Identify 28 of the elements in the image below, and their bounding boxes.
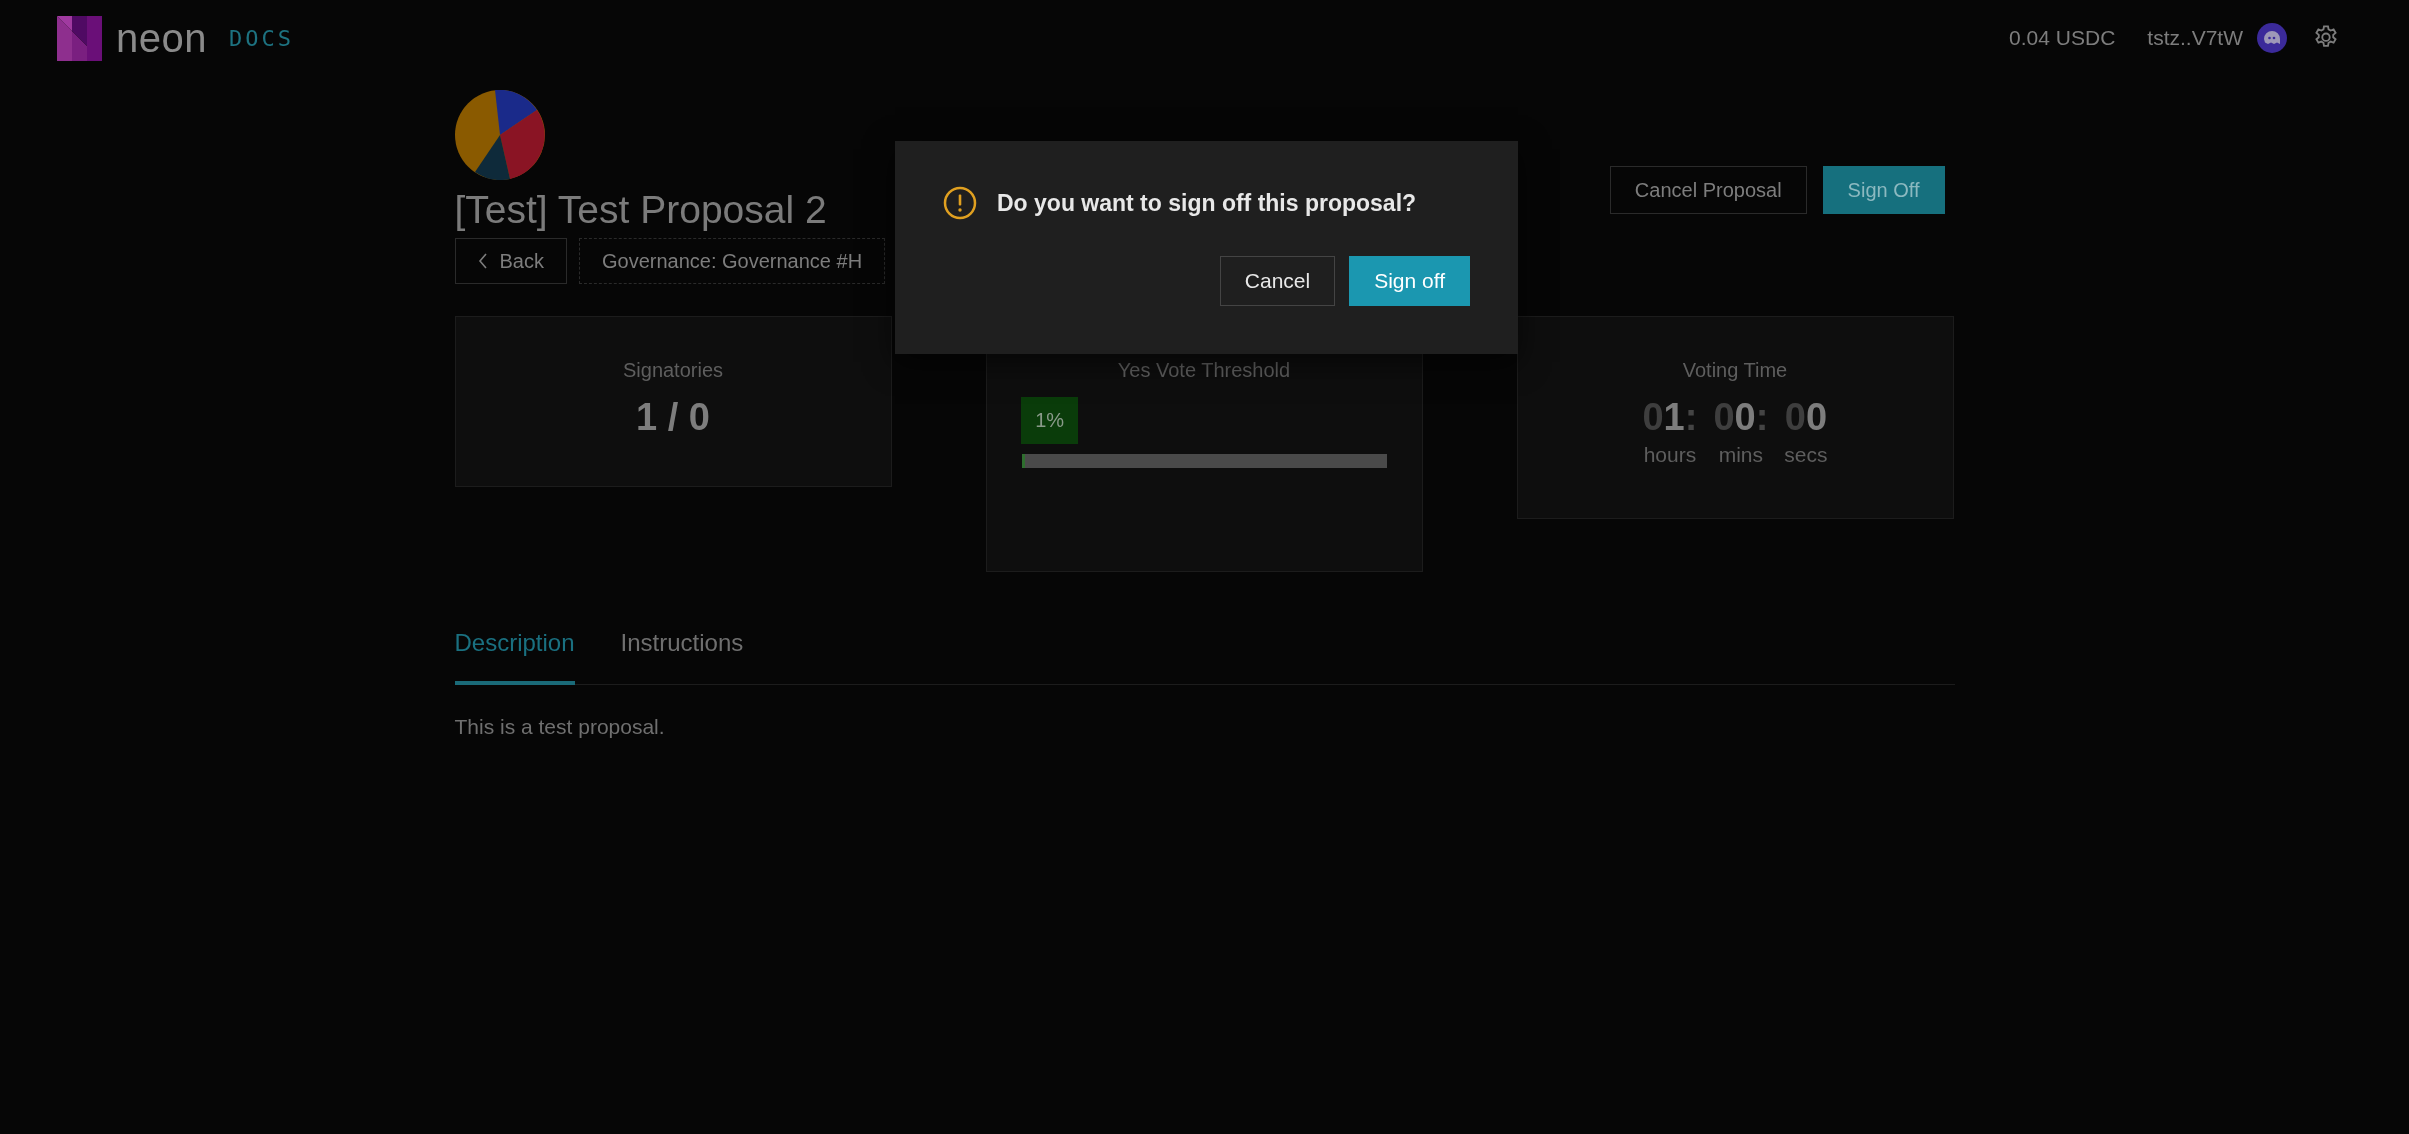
- governance-link[interactable]: Governance: Governance #H: [578, 238, 886, 284]
- card-label: Voting Time: [1682, 359, 1788, 382]
- dialog-message: Do you want to sign off this proposal?: [997, 189, 1417, 217]
- signatories-value: 1 / 0: [636, 396, 710, 439]
- ghost-avatar-icon[interactable]: [2257, 23, 2287, 53]
- card-label: Yes Vote Threshold: [1117, 359, 1291, 382]
- logo-text: neon: [116, 15, 207, 61]
- card-label: Signatories: [622, 359, 724, 382]
- tab[interactable]: Description: [454, 629, 575, 685]
- tab[interactable]: Instructions: [620, 629, 744, 685]
- proposal-title: [Test] Test Proposal 2: [454, 188, 828, 232]
- cancel-button[interactable]: Cancel: [1219, 256, 1336, 306]
- countdown-label: hours: [1643, 443, 1697, 467]
- logo-icon: [57, 15, 102, 61]
- cancel-proposal-button[interactable]: Cancel Proposal: [1609, 166, 1807, 214]
- sign-off-button[interactable]: Sign Off: [1822, 166, 1945, 214]
- dao-logo-icon: [454, 90, 545, 180]
- description-text: This is a test proposal.: [454, 715, 666, 739]
- sign-off-button[interactable]: Sign off: [1349, 256, 1470, 306]
- countdown-label: mins: [1718, 443, 1764, 467]
- balance-text: 0.04 USDC: [2009, 26, 2116, 50]
- back-button[interactable]: Back: [454, 238, 567, 284]
- docs-link[interactable]: DOCS: [229, 25, 294, 51]
- chevron-left-icon: [477, 253, 488, 269]
- warning-icon: [943, 186, 977, 220]
- wallet-address[interactable]: tstz..V7tW: [2147, 26, 2243, 50]
- threshold-badge: 1%: [1021, 397, 1079, 444]
- countdown-label: secs: [1784, 443, 1828, 467]
